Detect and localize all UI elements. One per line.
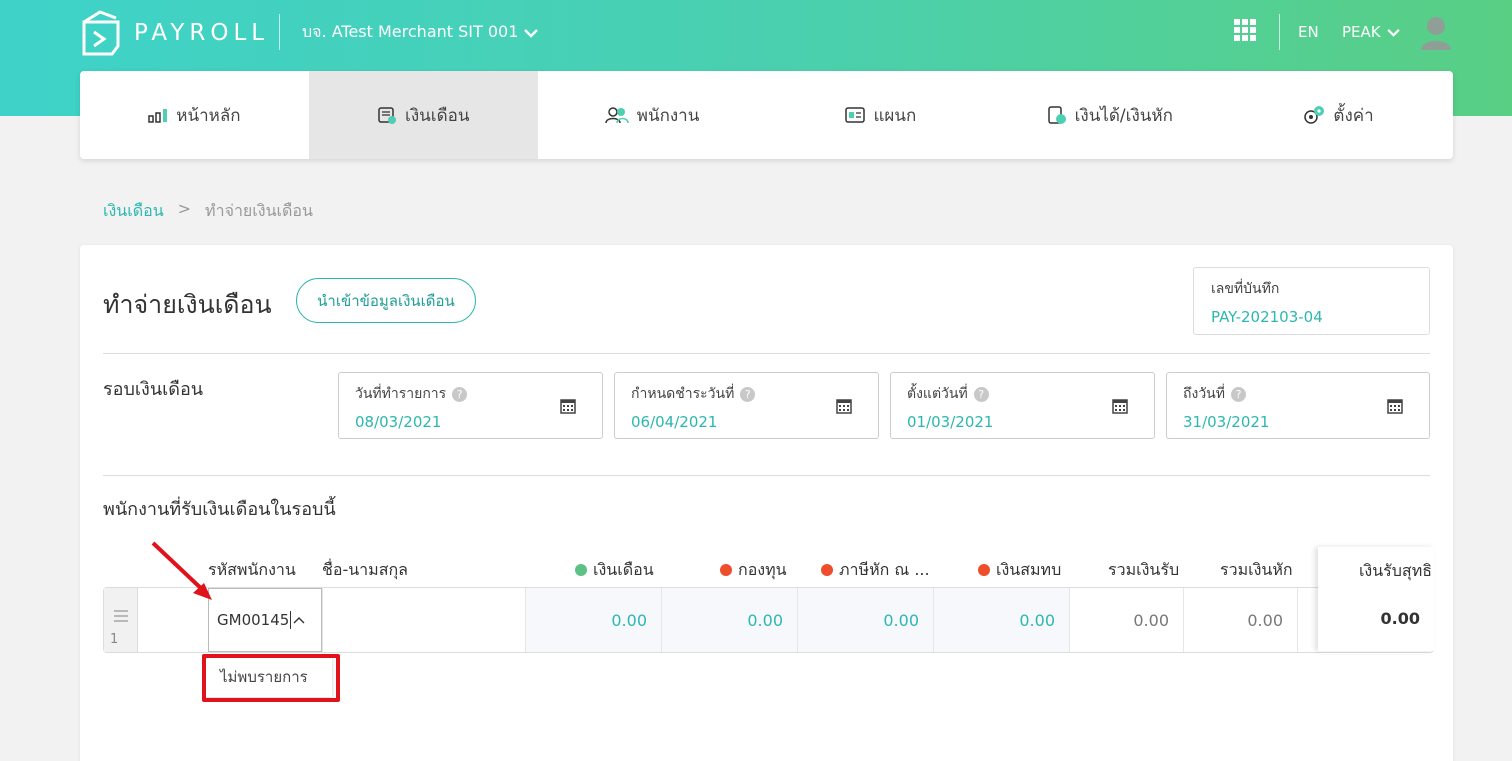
user-name: PEAK (1342, 23, 1381, 41)
employees-section-title: พนักงานที่รับเงินเดือนในรอบนี้ (103, 499, 336, 520)
nav-item-home[interactable]: หน้าหลัก (80, 71, 309, 159)
column-header-code: รหัสพนักงาน (208, 560, 296, 579)
column-header-fund: กองทุน (720, 558, 787, 583)
field-value: 08/03/2021 (355, 413, 442, 431)
tax-cell[interactable]: 0.00 (798, 588, 934, 652)
employee-name-cell[interactable] (322, 588, 526, 652)
field-value: 01/03/2021 (907, 413, 994, 431)
breadcrumb-separator: > (177, 199, 192, 218)
import-salary-button[interactable]: นำเข้าข้อมูลเงินเดือน (296, 278, 476, 323)
payroll-card: ทำจ่ายเงินเดือน นำเข้าข้อมูลเงินเดือน เล… (80, 245, 1453, 761)
nav-label: หน้าหลัก (176, 105, 241, 126)
drag-handle[interactable]: 1 (104, 588, 138, 652)
breadcrumb-current: ทำจ่ายเงินเดือน (205, 201, 313, 220)
column-header-total-income: รวมเงินรับ (1108, 560, 1180, 579)
chevron-down-icon (524, 28, 539, 38)
company-selector[interactable]: บจ. ATest Merchant SIT 001 (302, 20, 539, 45)
divider (279, 14, 280, 50)
document-number-value: PAY-202103-04 (1211, 308, 1323, 326)
column-header-social: เงินสมทบ (978, 558, 1061, 583)
annotation-box (202, 654, 340, 702)
chart-icon (148, 109, 168, 123)
divider (103, 475, 1430, 476)
main-nav: หน้าหลัก เงินเดือน พนักงาน แผนก เงินได้/… (80, 71, 1453, 159)
field-label: วันที่ทำรายการ (355, 386, 447, 402)
start-date-field[interactable]: ตั้งแต่วันที่? 01/03/2021 (890, 372, 1155, 439)
help-icon[interactable]: ? (1230, 386, 1246, 402)
chevron-up-icon[interactable] (293, 616, 305, 624)
nav-label: แผนก (873, 105, 917, 126)
status-dot (821, 564, 833, 576)
field-label: ถึงวันที่ (1183, 386, 1225, 402)
net-pay-column: เงินรับสุทธิ 0.00 (1318, 547, 1434, 651)
employees-icon (605, 107, 629, 124)
column-header-tax: ภาษีหัก ณ ... (821, 558, 930, 583)
calendar-icon[interactable] (1387, 398, 1403, 414)
field-value: 06/04/2021 (631, 413, 718, 431)
net-pay-cell: 0.00 (1380, 609, 1420, 628)
column-header-total-deduct: รวมเงินหัก (1220, 560, 1293, 579)
divider (1279, 14, 1280, 50)
fund-cell[interactable]: 0.00 (662, 588, 798, 652)
page-title: ทำจ่ายเงินเดือน (103, 290, 272, 319)
nav-label: ตั้งค่า (1333, 105, 1374, 126)
help-icon[interactable]: ? (740, 386, 756, 402)
column-header-salary: เงินเดือน (575, 558, 654, 583)
nav-label: เงินเดือน (405, 105, 470, 126)
total-income-cell: 0.00 (1070, 588, 1184, 652)
apps-grid-icon[interactable] (1234, 19, 1256, 41)
calendar-icon[interactable] (836, 398, 852, 414)
due-date-field[interactable]: กำหนดชำระวันที่? 06/04/2021 (614, 372, 879, 439)
field-value: 31/03/2021 (1183, 413, 1270, 431)
period-title: รอบเงินเดือน (103, 379, 204, 400)
field-label: ตั้งแต่วันที่ (907, 386, 968, 402)
total-deduct-cell: 0.00 (1184, 588, 1298, 652)
language-switch[interactable]: EN (1298, 23, 1319, 41)
employee-code-input[interactable]: GM00145 (208, 588, 322, 652)
transaction-date-field[interactable]: วันที่ทำรายการ? 08/03/2021 (338, 372, 603, 439)
status-dot (720, 564, 732, 576)
document-number-label: เลขที่บันทึก (1211, 281, 1280, 297)
salary-icon (378, 107, 397, 124)
nav-item-settings[interactable]: ตั้งค่า (1224, 71, 1453, 159)
end-date-field[interactable]: ถึงวันที่? 31/03/2021 (1166, 372, 1430, 439)
social-cell[interactable]: 0.00 (934, 588, 1070, 652)
status-dot (575, 564, 587, 576)
user-menu[interactable]: PEAK (1342, 23, 1400, 41)
text-cursor (290, 611, 292, 629)
column-header-net: เงินรับสุทธิ (1358, 561, 1432, 580)
help-icon[interactable]: ? (973, 386, 989, 402)
calendar-icon[interactable] (1112, 398, 1128, 414)
breadcrumb-link-salary[interactable]: เงินเดือน (103, 199, 164, 224)
drag-handle-icon (114, 610, 128, 622)
salary-cell[interactable]: 0.00 (526, 588, 662, 652)
help-icon[interactable]: ? (452, 386, 468, 402)
company-name: บจ. ATest Merchant SIT 001 (302, 22, 519, 41)
field-label: กำหนดชำระวันที่ (631, 386, 735, 402)
chevron-down-icon (1386, 28, 1400, 37)
nav-label: เงินได้/เงินหัก (1074, 105, 1173, 126)
document-number-field[interactable]: เลขที่บันทึก PAY-202103-04 (1193, 267, 1430, 335)
divider (103, 353, 1430, 354)
income-deduction-icon (1047, 106, 1066, 124)
nav-item-employees[interactable]: พนักงาน (538, 71, 767, 159)
gears-icon (1304, 106, 1325, 124)
nav-item-department[interactable]: แผนก (766, 71, 995, 159)
payroll-logo-icon (82, 10, 120, 56)
top-bar: PAYROLL บจ. ATest Merchant SIT 001 EN PE… (0, 0, 1512, 64)
department-icon (845, 107, 866, 123)
avatar[interactable] (1419, 14, 1453, 50)
table-row: 1 GM00145 0.00 0.00 0.00 0.00 0.00 0.00 (103, 587, 1434, 653)
payroll-logo[interactable]: PAYROLL (80, 10, 269, 56)
nav-item-salary[interactable]: เงินเดือน (308, 71, 538, 159)
calendar-icon[interactable] (560, 398, 576, 414)
brand-name: PAYROLL (134, 20, 270, 46)
column-header-name: ชื่อ-นามสกุล (322, 560, 408, 579)
row-number: 1 (110, 632, 119, 647)
nav-item-income-deduction[interactable]: เงินได้/เงินหัก (995, 71, 1224, 159)
status-dot (978, 564, 990, 576)
breadcrumb: เงินเดือน > ทำจ่ายเงินเดือน (103, 199, 313, 224)
nav-label: พนักงาน (636, 105, 700, 126)
